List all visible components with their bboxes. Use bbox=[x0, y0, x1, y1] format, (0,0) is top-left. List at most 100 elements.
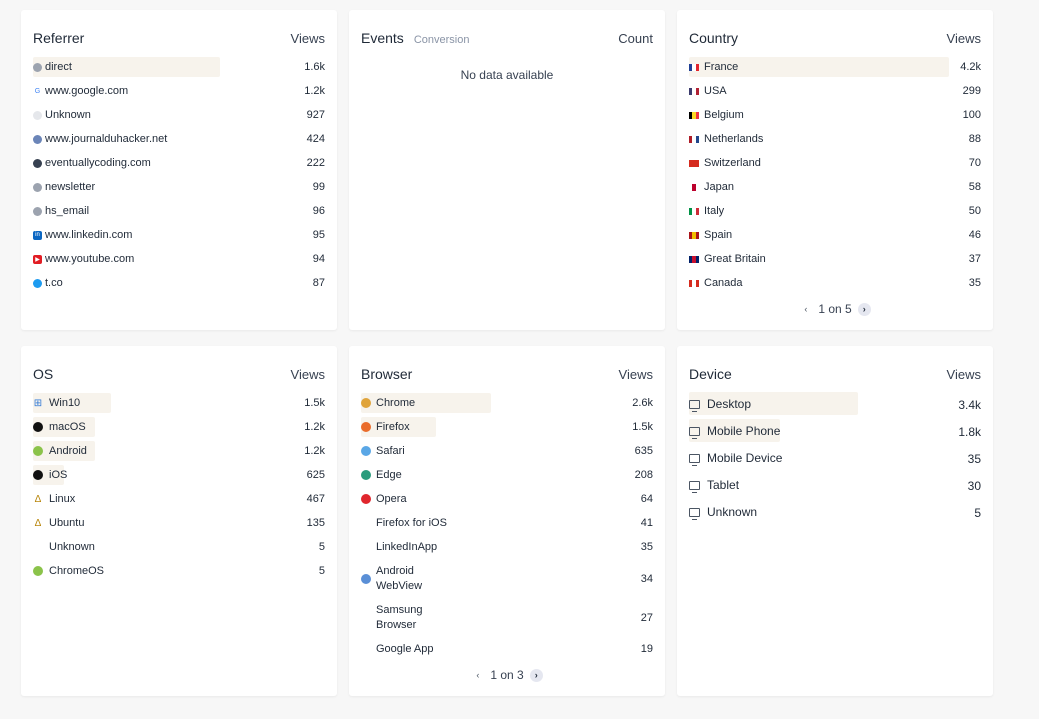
device-row[interactable]: Mobile Phone 1.8k bbox=[689, 418, 981, 445]
browser-row-label: Android WebView bbox=[376, 564, 423, 592]
safari-icon bbox=[361, 446, 371, 456]
country-row[interactable]: Italy 50 bbox=[689, 199, 981, 223]
country-row-value: 37 bbox=[968, 253, 981, 265]
browser-row[interactable]: Android WebView 34 bbox=[361, 559, 653, 598]
flag-icon bbox=[689, 63, 699, 71]
device-card: Device Views Desktop 3.4k Mobile Phone 1.8k… bbox=[677, 346, 993, 696]
country-row[interactable]: Canada 35 bbox=[689, 271, 981, 295]
referrer-row[interactable]: hs_email 96 bbox=[33, 199, 325, 223]
flag-icon bbox=[689, 255, 699, 263]
device-row[interactable]: Mobile Device 35 bbox=[689, 445, 981, 472]
hs-email-icon bbox=[33, 206, 42, 216]
country-row[interactable]: Netherlands 88 bbox=[689, 127, 981, 151]
referrer-row[interactable]: eventuallycoding.com 222 bbox=[33, 151, 325, 175]
monitor-icon bbox=[689, 508, 700, 520]
os-metric: Views bbox=[290, 367, 325, 382]
browser-metric: Views bbox=[618, 367, 653, 382]
browser-row-value: 27 bbox=[640, 611, 653, 624]
browser-row[interactable]: Firefox 1.5k bbox=[361, 415, 653, 439]
country-row-label: Canada bbox=[704, 276, 743, 289]
browser-row-value: 2.6k bbox=[632, 397, 653, 409]
browser-row-label: Chrome bbox=[376, 396, 416, 409]
os-row[interactable]: Android 1.2k bbox=[33, 439, 325, 463]
os-row-label: macOS bbox=[49, 420, 86, 433]
flag-icon bbox=[689, 111, 699, 119]
browser-row[interactable]: Edge 208 bbox=[361, 463, 653, 487]
next-page-icon[interactable]: › bbox=[529, 668, 543, 682]
browser-row[interactable]: Chrome 2.6k bbox=[361, 391, 653, 415]
browser-row-label: Edge bbox=[376, 468, 402, 481]
referrer-row[interactable]: newsletter 99 bbox=[33, 175, 325, 199]
country-row-label: Spain bbox=[704, 228, 733, 241]
country-row-label: Switzerland bbox=[704, 156, 761, 169]
device-row[interactable]: Desktop 3.4k bbox=[689, 391, 981, 418]
device-row[interactable]: Tablet 30 bbox=[689, 472, 981, 499]
country-row[interactable]: USA 299 bbox=[689, 79, 981, 103]
browser-row-value: 64 bbox=[640, 493, 653, 505]
country-row-value: 70 bbox=[968, 157, 981, 169]
referrer-metric: Views bbox=[290, 31, 325, 46]
flag-icon bbox=[689, 87, 699, 95]
os-row-label: Android bbox=[49, 444, 87, 457]
referrer-row[interactable]: ▶ www.youtube.com 94 bbox=[33, 247, 325, 271]
referrer-row-label: www.google.com bbox=[45, 84, 129, 97]
country-row-value: 299 bbox=[962, 85, 981, 97]
device-row[interactable]: Unknown 5 bbox=[689, 499, 981, 526]
none bbox=[361, 518, 371, 528]
prev-page-icon[interactable]: ‹ bbox=[799, 303, 812, 316]
os-row[interactable]: Δ Ubuntu 135 bbox=[33, 511, 325, 535]
browser-row[interactable]: Samsung Browser 27 bbox=[361, 598, 653, 637]
referrer-row[interactable]: in www.linkedin.com 95 bbox=[33, 223, 325, 247]
referrer-row-value: 1.6k bbox=[304, 61, 325, 73]
browser-pagination: ‹ 1 on 3 › bbox=[349, 668, 665, 682]
country-row[interactable]: Japan 58 bbox=[689, 175, 981, 199]
os-row[interactable]: macOS 1.2k bbox=[33, 415, 325, 439]
os-row-value: 5 bbox=[318, 541, 325, 553]
browser-row[interactable]: Safari 635 bbox=[361, 439, 653, 463]
os-row[interactable]: ChromeOS 5 bbox=[33, 559, 325, 583]
country-row-value: 88 bbox=[968, 133, 981, 145]
referrer-row-value: 95 bbox=[312, 229, 325, 241]
no-data-message: No data available bbox=[460, 68, 554, 82]
os-row[interactable]: iOS 625 bbox=[33, 463, 325, 487]
events-subtitle-tab[interactable]: Conversion bbox=[414, 34, 470, 46]
browser-row[interactable]: Firefox for iOS 41 bbox=[361, 511, 653, 535]
opera-icon bbox=[361, 494, 371, 504]
country-pagination: ‹ 1 on 5 › bbox=[677, 302, 993, 316]
referrer-row-label: eventuallycoding.com bbox=[45, 156, 151, 169]
referrer-row[interactable]: www.journalduhacker.net 424 bbox=[33, 127, 325, 151]
firefox-icon bbox=[361, 422, 371, 432]
country-row-label: Netherlands bbox=[704, 132, 764, 145]
country-row[interactable]: Switzerland 70 bbox=[689, 151, 981, 175]
referrer-row[interactable]: Gwww.google.com 1.2k bbox=[33, 79, 325, 103]
country-row[interactable]: Belgium 100 bbox=[689, 103, 981, 127]
none bbox=[361, 644, 371, 654]
os-row[interactable]: ⊞ Win10 1.5k bbox=[33, 391, 325, 415]
country-row[interactable]: Spain 46 bbox=[689, 223, 981, 247]
country-row[interactable]: France 4.2k bbox=[689, 55, 981, 79]
next-page-icon[interactable]: › bbox=[857, 302, 871, 316]
browser-row[interactable]: Google App 19 bbox=[361, 637, 653, 661]
android-icon bbox=[33, 446, 43, 456]
referrer-row-label: direct bbox=[45, 60, 72, 73]
country-row[interactable]: Great Britain 37 bbox=[689, 247, 981, 271]
device-row-label: Mobile Phone bbox=[707, 424, 781, 438]
direct-icon bbox=[33, 62, 42, 72]
browser-row[interactable]: Opera 64 bbox=[361, 487, 653, 511]
os-row-label: Linux bbox=[49, 492, 76, 505]
os-row[interactable]: Δ Linux 467 bbox=[33, 487, 325, 511]
browser-card: Browser Views Chrome 2.6k Firefox 1.5k Safar… bbox=[349, 346, 665, 696]
os-row[interactable]: Unknown 5 bbox=[33, 535, 325, 559]
device-row-label: Unknown bbox=[707, 505, 758, 519]
ubuntu-icon: Δ bbox=[34, 517, 42, 529]
os-list: ⊞ Win10 1.5k macOS 1.2k Android 1.2k iOS 625 Δ Lin… bbox=[33, 391, 325, 583]
browser-row-value: 208 bbox=[634, 469, 653, 481]
referrer-row-value: 424 bbox=[306, 133, 325, 145]
referrer-row[interactable]: direct 1.6k bbox=[33, 55, 325, 79]
browser-row-label: Firefox bbox=[376, 420, 410, 433]
referrer-row[interactable]: t.co 87 bbox=[33, 271, 325, 295]
browser-row[interactable]: LinkedInApp 35 bbox=[361, 535, 653, 559]
referrer-row[interactable]: Unknown 927 bbox=[33, 103, 325, 127]
prev-page-icon[interactable]: ‹ bbox=[471, 669, 484, 682]
country-row-value: 58 bbox=[968, 181, 981, 193]
